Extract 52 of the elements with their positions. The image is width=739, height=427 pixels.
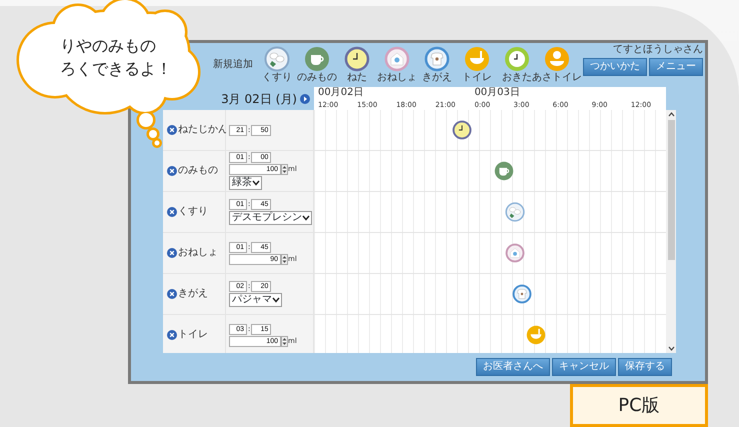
caret-icon bbox=[272, 297, 280, 303]
add-sleep-button[interactable]: ねた bbox=[344, 46, 370, 83]
scroll-up-icon[interactable] bbox=[668, 110, 674, 118]
dropdown[interactable]: デスモプレシン bbox=[229, 211, 312, 225]
timeline-date: 00月02日 bbox=[317, 87, 364, 100]
remove-icon[interactable] bbox=[167, 207, 177, 217]
date-title: 3月 02日 (月) bbox=[221, 90, 297, 108]
icon-label: のみもの bbox=[297, 72, 337, 83]
remove-icon[interactable] bbox=[167, 125, 177, 135]
add-wake-button[interactable]: おきた bbox=[502, 46, 532, 83]
dropdown[interactable]: パジャマ bbox=[229, 293, 282, 307]
row-name: きがえ bbox=[178, 288, 208, 300]
remove-icon[interactable] bbox=[167, 289, 177, 299]
row-name: おねしょ bbox=[178, 247, 218, 259]
event-clock-icon[interactable] bbox=[452, 120, 472, 140]
remove-icon[interactable] bbox=[167, 166, 177, 176]
add-drink-button[interactable]: のみもの bbox=[297, 46, 337, 83]
scroll-down-icon[interactable] bbox=[668, 345, 674, 353]
event-cup-icon[interactable] bbox=[494, 161, 514, 181]
remove-icon[interactable] bbox=[167, 330, 177, 340]
dropdown[interactable]: 緑茶 bbox=[229, 176, 262, 190]
next-day-icon[interactable] bbox=[300, 94, 310, 104]
user-name: てすとほうしゃさん bbox=[613, 44, 703, 56]
add-label: 新規追加 bbox=[213, 58, 253, 70]
event-pill-icon[interactable] bbox=[504, 202, 525, 222]
event-shirt-icon[interactable] bbox=[512, 284, 532, 304]
icon-label: ねた bbox=[347, 72, 367, 83]
add-change-button[interactable]: きがえ bbox=[422, 46, 452, 83]
add-morning-toilet-button[interactable]: あさトイレ bbox=[532, 46, 582, 83]
scrollbar[interactable] bbox=[666, 110, 676, 353]
add-medicine-button[interactable]: くすり bbox=[262, 46, 292, 83]
icon-label: あさトイレ bbox=[532, 72, 582, 83]
bubble-text: りやのみもの ろくできるよ！ bbox=[60, 35, 172, 80]
version-label: PC版 bbox=[570, 384, 708, 427]
row-name: くすり bbox=[178, 206, 208, 218]
icon-label: きがえ bbox=[422, 72, 452, 83]
icon-label: トイレ bbox=[462, 72, 492, 83]
spinner-control[interactable] bbox=[281, 336, 288, 346]
add-bedwetting-button[interactable]: おねしょ bbox=[377, 46, 417, 83]
icon-label: くすり bbox=[262, 72, 292, 83]
icon-label: おきた bbox=[502, 72, 532, 83]
timeline-date: 00月03日 bbox=[473, 87, 521, 100]
spinner-control[interactable] bbox=[281, 254, 288, 264]
scroll-thumb[interactable] bbox=[668, 120, 674, 260]
add-toilet-button[interactable]: トイレ bbox=[462, 46, 492, 83]
remove-icon[interactable] bbox=[167, 248, 177, 258]
caret-icon bbox=[302, 215, 310, 221]
row-name: のみもの bbox=[178, 165, 218, 177]
caret-icon bbox=[252, 180, 260, 186]
row-name: トイレ bbox=[178, 329, 208, 341]
spinner-control[interactable] bbox=[281, 164, 288, 175]
icon-label: おねしょ bbox=[377, 72, 417, 83]
